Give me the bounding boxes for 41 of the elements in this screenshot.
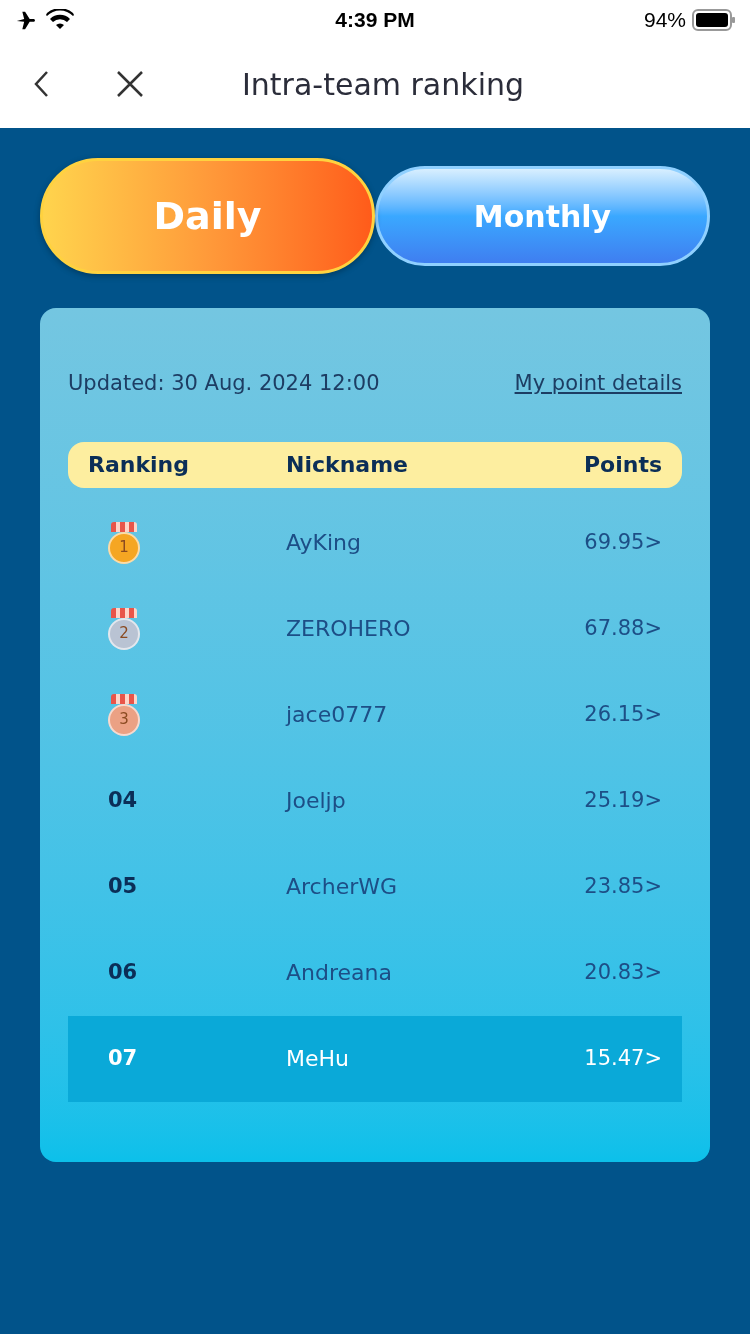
medal-number: 1 <box>119 540 129 555</box>
nickname-cell-text: ArcherWG <box>286 873 399 901</box>
medal-number: 2 <box>119 626 129 641</box>
ranking-row[interactable]: 1 AyKing 69.95> <box>68 499 682 586</box>
points-cell-text: 20.83> <box>584 958 662 986</box>
updated-time: Updated: 30 Aug. 2024 12:00 <box>68 370 380 397</box>
nickname-cell-text: jace0777 <box>286 701 389 729</box>
column-header: Nickname <box>286 451 409 479</box>
close-icon <box>116 70 144 98</box>
battery-icon <box>692 9 736 31</box>
nickname-cell-text: AyKing <box>286 529 363 557</box>
medal-number: 3 <box>119 712 129 727</box>
ranking-row[interactable]: 07 MeHu 15.47> <box>68 1015 682 1102</box>
ranking-row[interactable]: 2 ZEROHERO 67.88> <box>68 585 682 672</box>
period-tab[interactable]: Monthly <box>375 166 710 266</box>
points-cell-text: 15.47> <box>584 1044 662 1072</box>
battery-percent: 94% <box>643 7 686 34</box>
rank-number: 07 <box>108 1044 138 1072</box>
ranking-row[interactable]: 3 jace0777 26.15> <box>68 671 682 758</box>
points-cell-text: 26.15> <box>584 700 662 728</box>
back-icon <box>33 70 49 98</box>
points-cell-text: 69.95> <box>584 528 662 556</box>
nickname-cell-text: ZEROHERO <box>286 615 412 643</box>
nickname-cell-text: MeHu <box>286 1045 350 1073</box>
ranking-row[interactable]: 06 Andreana 20.83> <box>68 929 682 1016</box>
rank-number: 06 <box>108 958 138 986</box>
nickname-cell-text: Andreana <box>286 959 393 987</box>
ranking-row[interactable]: 05 ArcherWG 23.85> <box>68 843 682 930</box>
column-header: Ranking <box>88 451 191 479</box>
rank-number: 04 <box>108 786 138 814</box>
points-cell-text: 25.19> <box>584 786 662 814</box>
point-details-link[interactable]: My point details <box>514 368 682 400</box>
wifi-icon <box>46 9 74 31</box>
page-title: Intra-team ranking <box>242 65 525 104</box>
nickname-cell-text: Joeljp <box>286 787 347 815</box>
points-cell-text: 23.85> <box>584 872 662 900</box>
column-header: Points <box>583 451 662 479</box>
points-cell-text: 67.88> <box>584 614 662 642</box>
status-time: 4:39 PM <box>335 7 415 34</box>
ranking-row[interactable]: 04 Joeljp 25.19> <box>68 757 682 844</box>
rank-number: 05 <box>108 872 138 900</box>
